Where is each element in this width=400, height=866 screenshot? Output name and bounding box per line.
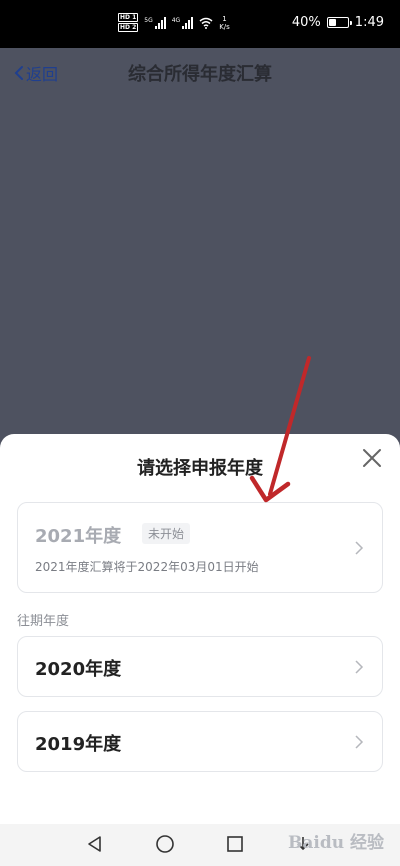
watermark-logo: Baidu 经验 — [287, 833, 384, 853]
status-right: 40% 1:49 — [292, 15, 384, 30]
chevron-right-icon — [355, 660, 364, 674]
status-indicators: HD 1 HD 2 5G 4G 1 K/s — [118, 13, 230, 32]
recents-square-icon[interactable] — [225, 834, 245, 854]
year-label: 2020年度 — [35, 659, 122, 680]
chevron-right-icon — [355, 541, 364, 555]
page-title: 综合所得年度汇算 — [128, 64, 272, 85]
year-label: 2019年度 — [35, 734, 122, 755]
status-bar: HD 1 HD 2 5G 4G 1 K/s 40% 1:49 — [0, 0, 400, 48]
signal-icon-1: 5G — [144, 16, 166, 29]
year-card-2020[interactable]: 2020年度 — [17, 636, 383, 697]
signal-icon-2: 4G — [172, 16, 194, 29]
network-speed: 1 K/s — [219, 14, 230, 31]
hd-badges: HD 1 HD 2 — [118, 13, 139, 32]
year-select-sheet: 请选择申报年度 2021年度 未开始 2021年度汇算将于2022年03月01日… — [0, 434, 400, 824]
clock: 1:49 — [354, 15, 384, 30]
year-description: 2021年度汇算将于2022年03月01日开始 — [35, 560, 259, 574]
back-triangle-icon[interactable] — [85, 834, 105, 854]
year-card-2021[interactable]: 2021年度 未开始 2021年度汇算将于2022年03月01日开始 — [17, 502, 383, 593]
year-card-2019[interactable]: 2019年度 — [17, 711, 383, 772]
hd-badge-2: HD 2 — [118, 23, 139, 32]
home-circle-icon[interactable] — [155, 834, 175, 854]
sheet-title: 请选择申报年度 — [137, 458, 263, 479]
battery-level — [328, 19, 336, 26]
chevron-right-icon — [355, 735, 364, 749]
past-years-label: 往期年度 — [17, 614, 70, 629]
wifi-icon — [199, 17, 213, 29]
hd-badge-1: HD 1 — [118, 13, 139, 22]
close-icon[interactable] — [360, 446, 384, 470]
battery-icon — [326, 17, 352, 28]
battery-percent: 40% — [291, 15, 321, 30]
nav-bar: 返回 综合所得年度汇算 — [0, 48, 400, 96]
year-label: 2021年度 — [35, 526, 122, 547]
status-badge: 未开始 — [142, 523, 191, 544]
